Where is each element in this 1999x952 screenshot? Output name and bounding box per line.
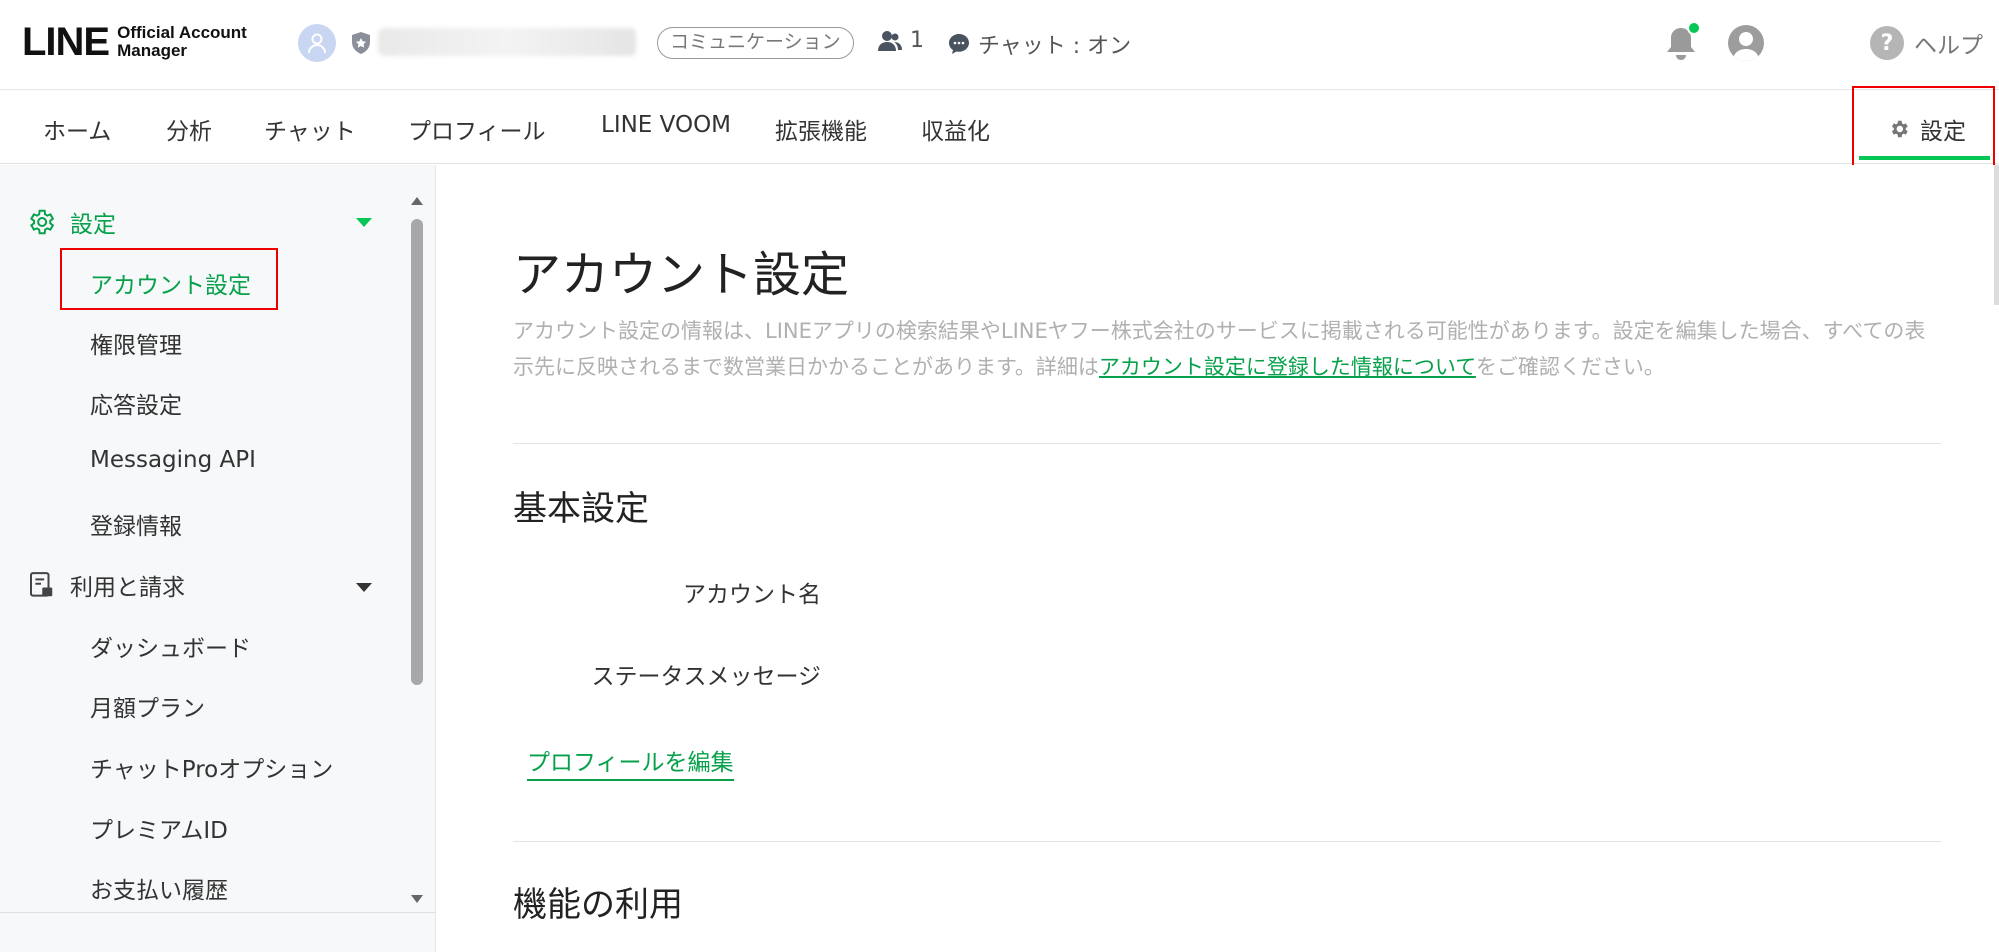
people-icon	[878, 30, 902, 51]
logo-sub-line1: Official Account	[117, 23, 247, 42]
sidebar-item-monthly-plan[interactable]: 月額プラン	[90, 689, 205, 723]
tab-chat[interactable]: チャット	[264, 112, 356, 146]
basic-settings-heading: 基本設定	[513, 489, 649, 529]
sidebar-item-messaging-api[interactable]: Messaging API	[90, 447, 256, 473]
notification-dot	[1687, 21, 1701, 35]
chat-status[interactable]: チャット : オン	[948, 28, 1131, 60]
page-description: アカウント設定の情報は、LINEアプリの検索結果やLINEヤフー株式会社のサービ…	[513, 313, 1945, 385]
friends-count-value: 1	[910, 28, 924, 53]
tab-extensions[interactable]: 拡張機能	[775, 112, 867, 146]
help-label: ヘルプ	[1914, 33, 1983, 59]
top-bar: LINE Official Account Manager コミュニケーション …	[0, 0, 1999, 90]
sidebar: 設定 アカウント設定 権限管理 応答設定 Messaging API 登録情報 …	[0, 165, 436, 952]
settings-highlight-box	[1852, 86, 1995, 174]
sidebar-item-registration-info[interactable]: 登録情報	[90, 507, 182, 541]
tab-profile[interactable]: プロフィール	[408, 112, 546, 146]
scroll-up-arrow[interactable]	[411, 197, 423, 205]
account-type-badge: コミュニケーション	[657, 27, 854, 59]
sidebar-item-payment-history[interactable]: お支払い履歴	[90, 871, 228, 905]
help-link[interactable]: ? ヘルプ	[1870, 26, 1983, 60]
user-avatar-icon[interactable]	[1728, 25, 1764, 61]
tab-monetization[interactable]: 収益化	[921, 112, 990, 146]
tab-analytics[interactable]: 分析	[166, 112, 212, 146]
sidebar-section-settings[interactable]: 設定	[26, 205, 116, 239]
chat-status-text: チャット : オン	[978, 34, 1132, 59]
sidebar-section-billing-label: 利用と請求	[70, 575, 185, 601]
account-info-help-link[interactable]: アカウント設定に登録した情報について	[1099, 355, 1476, 379]
sidebar-scrollbar-thumb[interactable]	[411, 219, 423, 685]
logo-text: LINE	[22, 19, 110, 64]
logo-sub-line2: Manager	[117, 41, 188, 60]
tab-line-voom[interactable]: LINE VOOM	[601, 112, 731, 138]
sidebar-item-chat-pro[interactable]: チャットProオプション	[90, 750, 333, 784]
page-title: アカウント設定	[513, 247, 850, 303]
selected-item-highlight-box	[60, 248, 278, 310]
scroll-down-arrow[interactable]	[411, 895, 423, 903]
shield-badge-icon	[352, 32, 370, 54]
friends-count[interactable]: 1	[878, 28, 924, 53]
line-oa-logo[interactable]: LINE Official Account Manager	[22, 20, 247, 64]
features-heading: 機能の利用	[513, 885, 683, 925]
gear-outline-icon	[30, 209, 55, 235]
divider	[513, 841, 1941, 842]
sidebar-section-settings-label: 設定	[70, 212, 116, 238]
account-name-blurred[interactable]	[378, 28, 636, 56]
sidebar-item-permissions[interactable]: 権限管理	[90, 326, 182, 360]
main-nav: ホーム 分析 チャット プロフィール LINE VOOM 拡張機能 収益化 設定	[0, 90, 1999, 164]
edit-profile-link[interactable]: プロフィールを編集	[527, 743, 734, 781]
document-icon	[30, 572, 53, 597]
account-name-label: アカウント名	[683, 582, 821, 608]
chevron-down-icon[interactable]	[356, 583, 372, 592]
sidebar-section-billing[interactable]: 利用と請求	[26, 568, 185, 602]
divider	[513, 443, 1941, 444]
sidebar-item-response-settings[interactable]: 応答設定	[90, 386, 182, 420]
logo-subtitle: Official Account Manager	[117, 24, 247, 60]
account-avatar-icon[interactable]	[298, 24, 336, 62]
help-icon: ?	[1870, 26, 1904, 60]
main-content: アカウント設定 アカウント設定の情報は、LINEアプリの検索結果やLINEヤフー…	[437, 165, 1999, 952]
chat-bubble-icon	[949, 34, 969, 54]
sidebar-item-premium-id[interactable]: プレミアムID	[90, 811, 228, 845]
sidebar-item-dashboard[interactable]: ダッシュボード	[90, 629, 251, 663]
tab-home[interactable]: ホーム	[43, 112, 111, 146]
description-text-end: をご確認ください。	[1475, 355, 1665, 379]
chevron-down-icon[interactable]	[356, 218, 372, 227]
sidebar-divider	[0, 912, 436, 913]
page-scrollbar[interactable]	[1994, 165, 1999, 305]
status-message-label: ステータスメッセージ	[591, 664, 821, 690]
